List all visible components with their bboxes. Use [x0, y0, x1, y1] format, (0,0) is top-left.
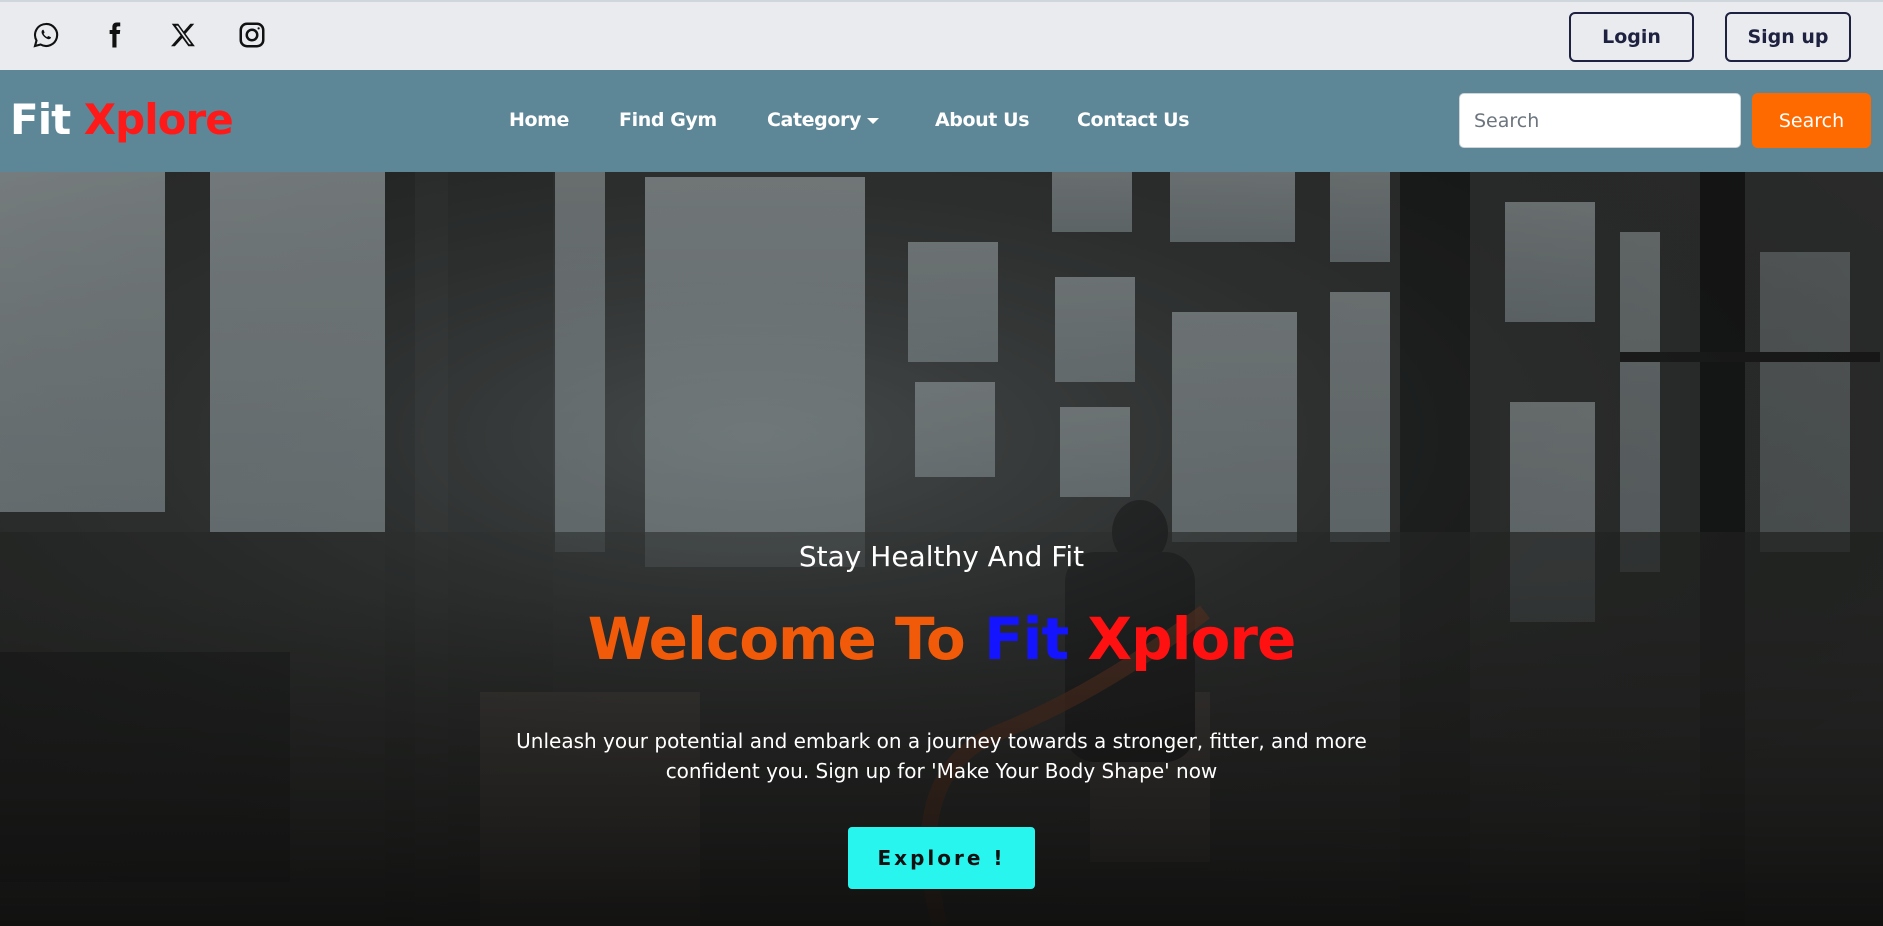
- brand-fit: Fit: [10, 95, 71, 144]
- x-icon[interactable]: [166, 18, 200, 52]
- nav-category[interactable]: Category: [767, 108, 879, 132]
- facebook-icon[interactable]: [97, 18, 131, 52]
- navbar: Fit Xplore Home Find Gym Category About …: [0, 70, 1883, 172]
- hero-title: Welcome To Fit Xplore: [0, 604, 1883, 674]
- hero-title-xplore: Xplore: [1087, 605, 1296, 673]
- nav-home[interactable]: Home: [509, 108, 569, 132]
- hero-title-fit: Fit: [983, 605, 1069, 673]
- instagram-icon[interactable]: [235, 18, 269, 52]
- nav-about-us[interactable]: About Us: [935, 108, 1030, 132]
- hero-title-welcome: Welcome To: [587, 605, 966, 673]
- nav-category-label: Category: [767, 109, 861, 131]
- hero-subtitle: Stay Healthy And Fit: [798, 540, 1085, 573]
- brand-logo[interactable]: Fit Xplore: [10, 94, 234, 146]
- explore-button[interactable]: Explore !: [848, 827, 1035, 889]
- hero-section: Stay Healthy And Fit Welcome To Fit Xplo…: [0, 172, 1883, 926]
- login-button[interactable]: Login: [1569, 12, 1694, 62]
- signup-button[interactable]: Sign up: [1725, 12, 1851, 62]
- top-bar: Login Sign up: [0, 0, 1883, 70]
- hero-description: Unleash your potential and embark on a j…: [516, 729, 1367, 783]
- chevron-down-icon: [866, 117, 879, 124]
- search-button[interactable]: Search: [1752, 93, 1871, 148]
- brand-xplore: Xplore: [83, 95, 234, 144]
- search-input[interactable]: [1459, 93, 1741, 148]
- nav-find-gym[interactable]: Find Gym: [619, 108, 717, 132]
- whatsapp-icon[interactable]: [29, 18, 63, 52]
- nav-contact-us[interactable]: Contact Us: [1077, 108, 1190, 132]
